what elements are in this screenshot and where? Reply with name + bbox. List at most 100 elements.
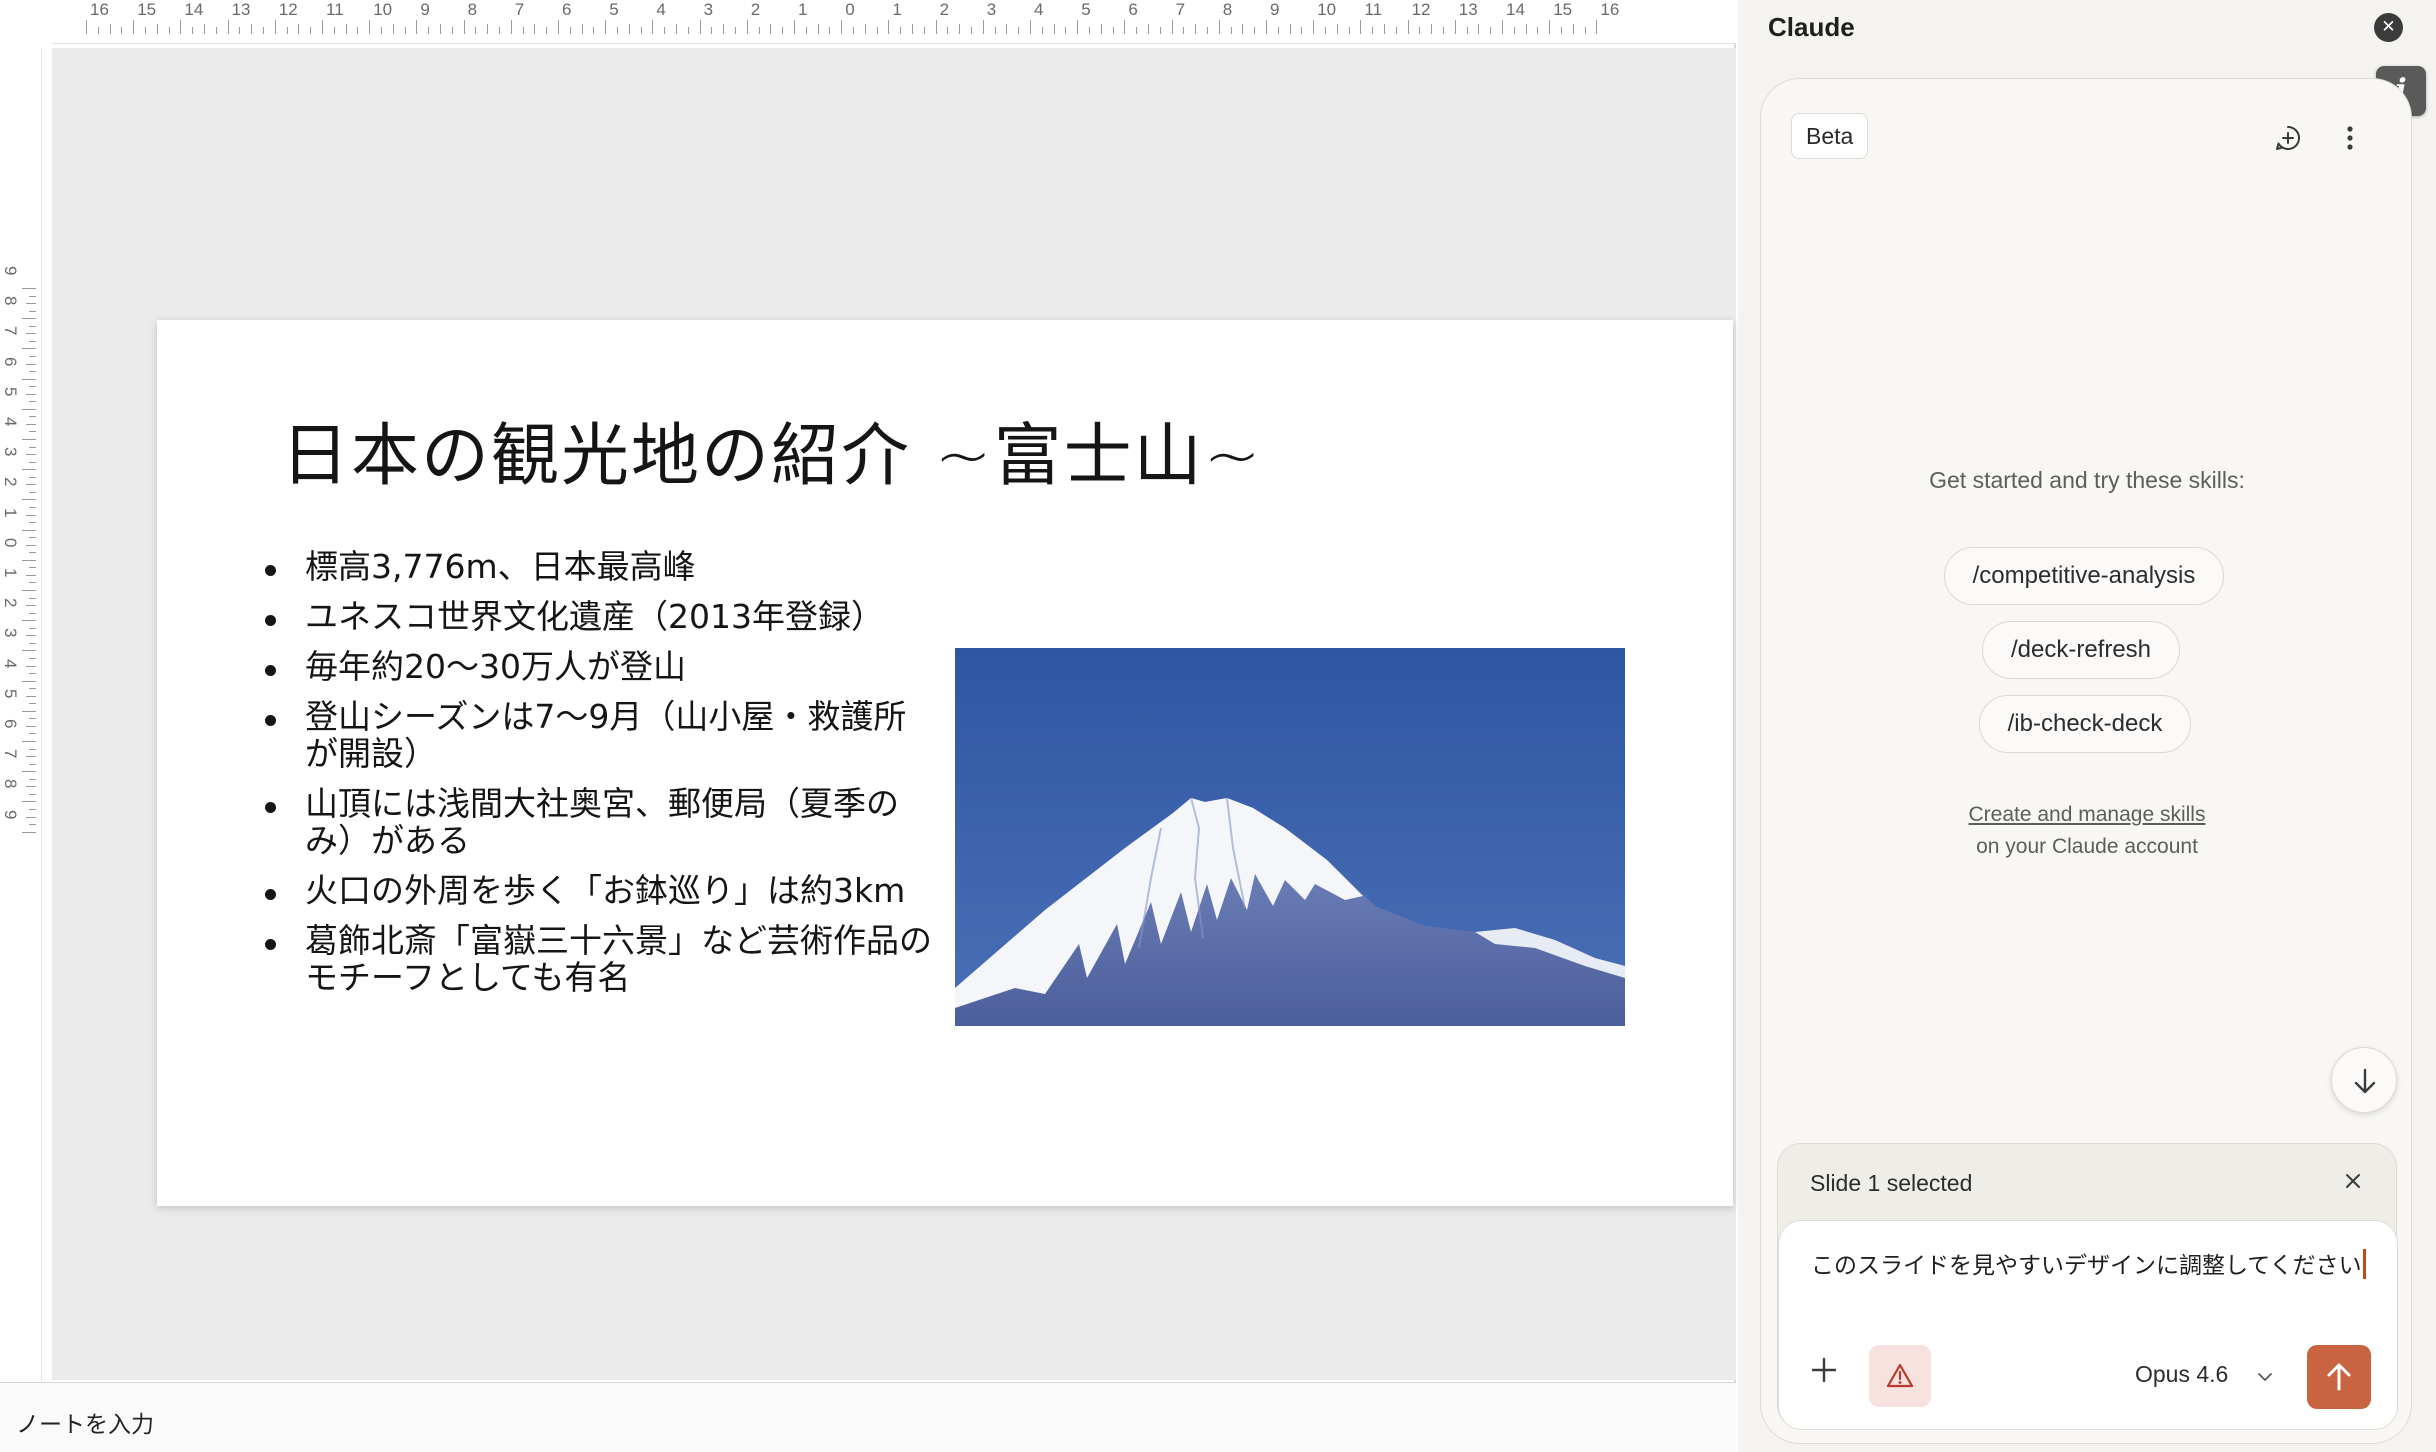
ruler-label: 2 (1, 477, 20, 487)
bullet-text: 山頂には浅間大社奥宮、郵便局（夏季のみ）がある (305, 784, 899, 860)
ruler-minor-tick (26, 665, 36, 667)
ruler-minor-tick (640, 27, 642, 34)
skill-competitive-analysis[interactable]: /competitive-analysis (1944, 547, 2224, 605)
ruler-tick (322, 20, 323, 34)
ruler-label: 6 (1, 356, 20, 367)
prompt-input[interactable]: このスライドを見やすいデザインに調整してください (1811, 1247, 2371, 1285)
ruler-minor-tick (156, 24, 158, 34)
ruler-minor-tick (758, 27, 760, 34)
ruler-minor-tick (971, 27, 972, 34)
ruler-minor-tick (29, 627, 36, 629)
bullet-text: 登山シーズンは7〜9月（山小屋・救護所が開設） (305, 697, 907, 773)
send-button[interactable] (2307, 1345, 2371, 1409)
ruler-label: 6 (562, 0, 572, 19)
ruler-minor-tick (29, 355, 36, 357)
ruler-minor-tick (522, 27, 524, 34)
ruler-label: 1 (1, 568, 20, 578)
ruler-minor-tick (29, 401, 36, 403)
ruler-minor-tick (735, 27, 736, 34)
ruler-minor-tick (29, 808, 36, 810)
bullet-item[interactable]: ユネスコ世界文化遺産（2013年登録） (265, 598, 935, 635)
ruler-minor-tick (29, 718, 36, 720)
ruler-minor-tick (569, 27, 571, 34)
ruler-minor-tick (29, 522, 36, 524)
ruler-label: 8 (1222, 0, 1233, 19)
manage-skills-link[interactable]: Create and manage skills (1761, 803, 2413, 827)
notes-pane[interactable]: ノートを入力 (0, 1382, 1736, 1452)
model-selector[interactable]: Opus 4.6 (2135, 1361, 2228, 1388)
ruler-tick (369, 20, 371, 34)
ruler-minor-tick (26, 363, 36, 365)
bullet-item[interactable]: 火口の外周を歩く「お鉢巡り」は約3km (265, 872, 935, 909)
close-circle-icon[interactable]: ✕ (2374, 13, 2403, 42)
ruler-minor-tick (239, 27, 241, 34)
bullet-dot (265, 665, 276, 676)
bullet-text: 毎年約20〜30万人が登山 (305, 647, 686, 686)
warning-button[interactable] (1869, 1345, 1931, 1407)
skill-deck-refresh[interactable]: /deck-refresh (1982, 621, 2180, 679)
new-chat-icon[interactable] (2273, 123, 2303, 153)
ruler-label: 13 (231, 0, 251, 19)
ruler-label: 4 (1034, 0, 1044, 19)
ruler-minor-tick (29, 673, 36, 675)
bullet-text: ユネスコ世界文化遺産（2013年登録） (305, 597, 884, 636)
ruler-minor-tick (121, 27, 123, 34)
ruler-label: 12 (1411, 0, 1431, 19)
ruler-label: 11 (1364, 0, 1383, 19)
ruler-minor-tick (26, 333, 36, 335)
ruler-tick (746, 20, 748, 34)
bullet-list[interactable]: 標高3,776m、日本最高峰 ユネスコ世界文化遺産（2013年登録） 毎年約20… (265, 548, 935, 1009)
ruler-tick (888, 20, 890, 34)
skill-ib-check-deck[interactable]: /ib-check-deck (1979, 695, 2191, 753)
ruler-tick (227, 20, 229, 34)
bullet-item[interactable]: 毎年約20〜30万人が登山 (265, 648, 935, 685)
bullet-item[interactable]: 登山シーズンは7〜9月（山小屋・救護所が開設） (265, 698, 935, 772)
ruler-tick (22, 408, 36, 410)
ruler-minor-tick (805, 27, 807, 34)
ruler-label: 7 (514, 0, 525, 19)
ruler-label: 9 (1270, 0, 1280, 19)
bullet-item[interactable]: 葛飾北斎「富嶽三十六景」など芸術作品のモチーフとしても有名 (265, 922, 935, 996)
slide-1[interactable]: 日本の観光地の紹介 ~富士山~ 標高3,776m、日本最高峰 ユネスコ世界文化遺… (157, 320, 1733, 1206)
panel-title: Claude (1768, 12, 1855, 42)
ruler-minor-tick (26, 454, 36, 456)
ruler-minor-tick (1006, 24, 1008, 34)
ruler-label: 8 (1, 296, 20, 306)
mount-fuji-photo[interactable] (955, 648, 1625, 1026)
ruler-label: 3 (703, 0, 714, 19)
ruler-label: 3 (986, 0, 997, 19)
ruler-minor-tick (109, 24, 111, 34)
scroll-down-button[interactable] (2331, 1047, 2397, 1113)
bullet-item[interactable]: 標高3,776m、日本最高峰 (265, 548, 935, 585)
ruler-tick (22, 348, 36, 350)
chevron-down-icon[interactable] (2255, 1367, 2275, 1387)
ruler-tick (22, 771, 36, 773)
ruler-label: 4 (1, 417, 20, 427)
mount-fuji-illustration (955, 648, 1625, 1026)
ruler-label: 16 (1600, 0, 1620, 19)
add-icon[interactable] (1805, 1351, 1843, 1389)
ruler-minor-tick (29, 733, 36, 735)
ruler-label: 9 (420, 0, 430, 19)
ruler-minor-tick (381, 27, 382, 34)
ruler-minor-tick (1065, 27, 1067, 34)
ruler-minor-tick (29, 371, 36, 373)
ruler-tick (86, 20, 87, 34)
ruler-minor-tick (29, 612, 36, 614)
ruler-minor-tick (1384, 24, 1385, 34)
ruler-minor-tick (1348, 27, 1350, 34)
ruler-minor-tick (428, 27, 430, 34)
prompt-composer[interactable]: このスライドを見やすいデザインに調整してください Opus 4.6 (1778, 1220, 2398, 1430)
more-vertical-icon[interactable] (2335, 123, 2365, 153)
ruler-tick (416, 20, 418, 34)
bullet-item[interactable]: 山頂には浅間大社奥宮、郵便局（夏季のみ）がある (265, 785, 935, 859)
slide-title[interactable]: 日本の観光地の紹介 ~富士山~ (281, 400, 1263, 499)
notes-placeholder[interactable]: ノートを入力 (16, 1405, 154, 1439)
ruler-tick (794, 20, 795, 34)
ruler-minor-tick (1301, 27, 1303, 34)
ruler-label: 15 (137, 0, 157, 19)
ruler-tick (652, 20, 654, 34)
close-icon[interactable] (2338, 1166, 2368, 1196)
warning-icon (1886, 1363, 1914, 1388)
ruler-tick (22, 529, 36, 531)
